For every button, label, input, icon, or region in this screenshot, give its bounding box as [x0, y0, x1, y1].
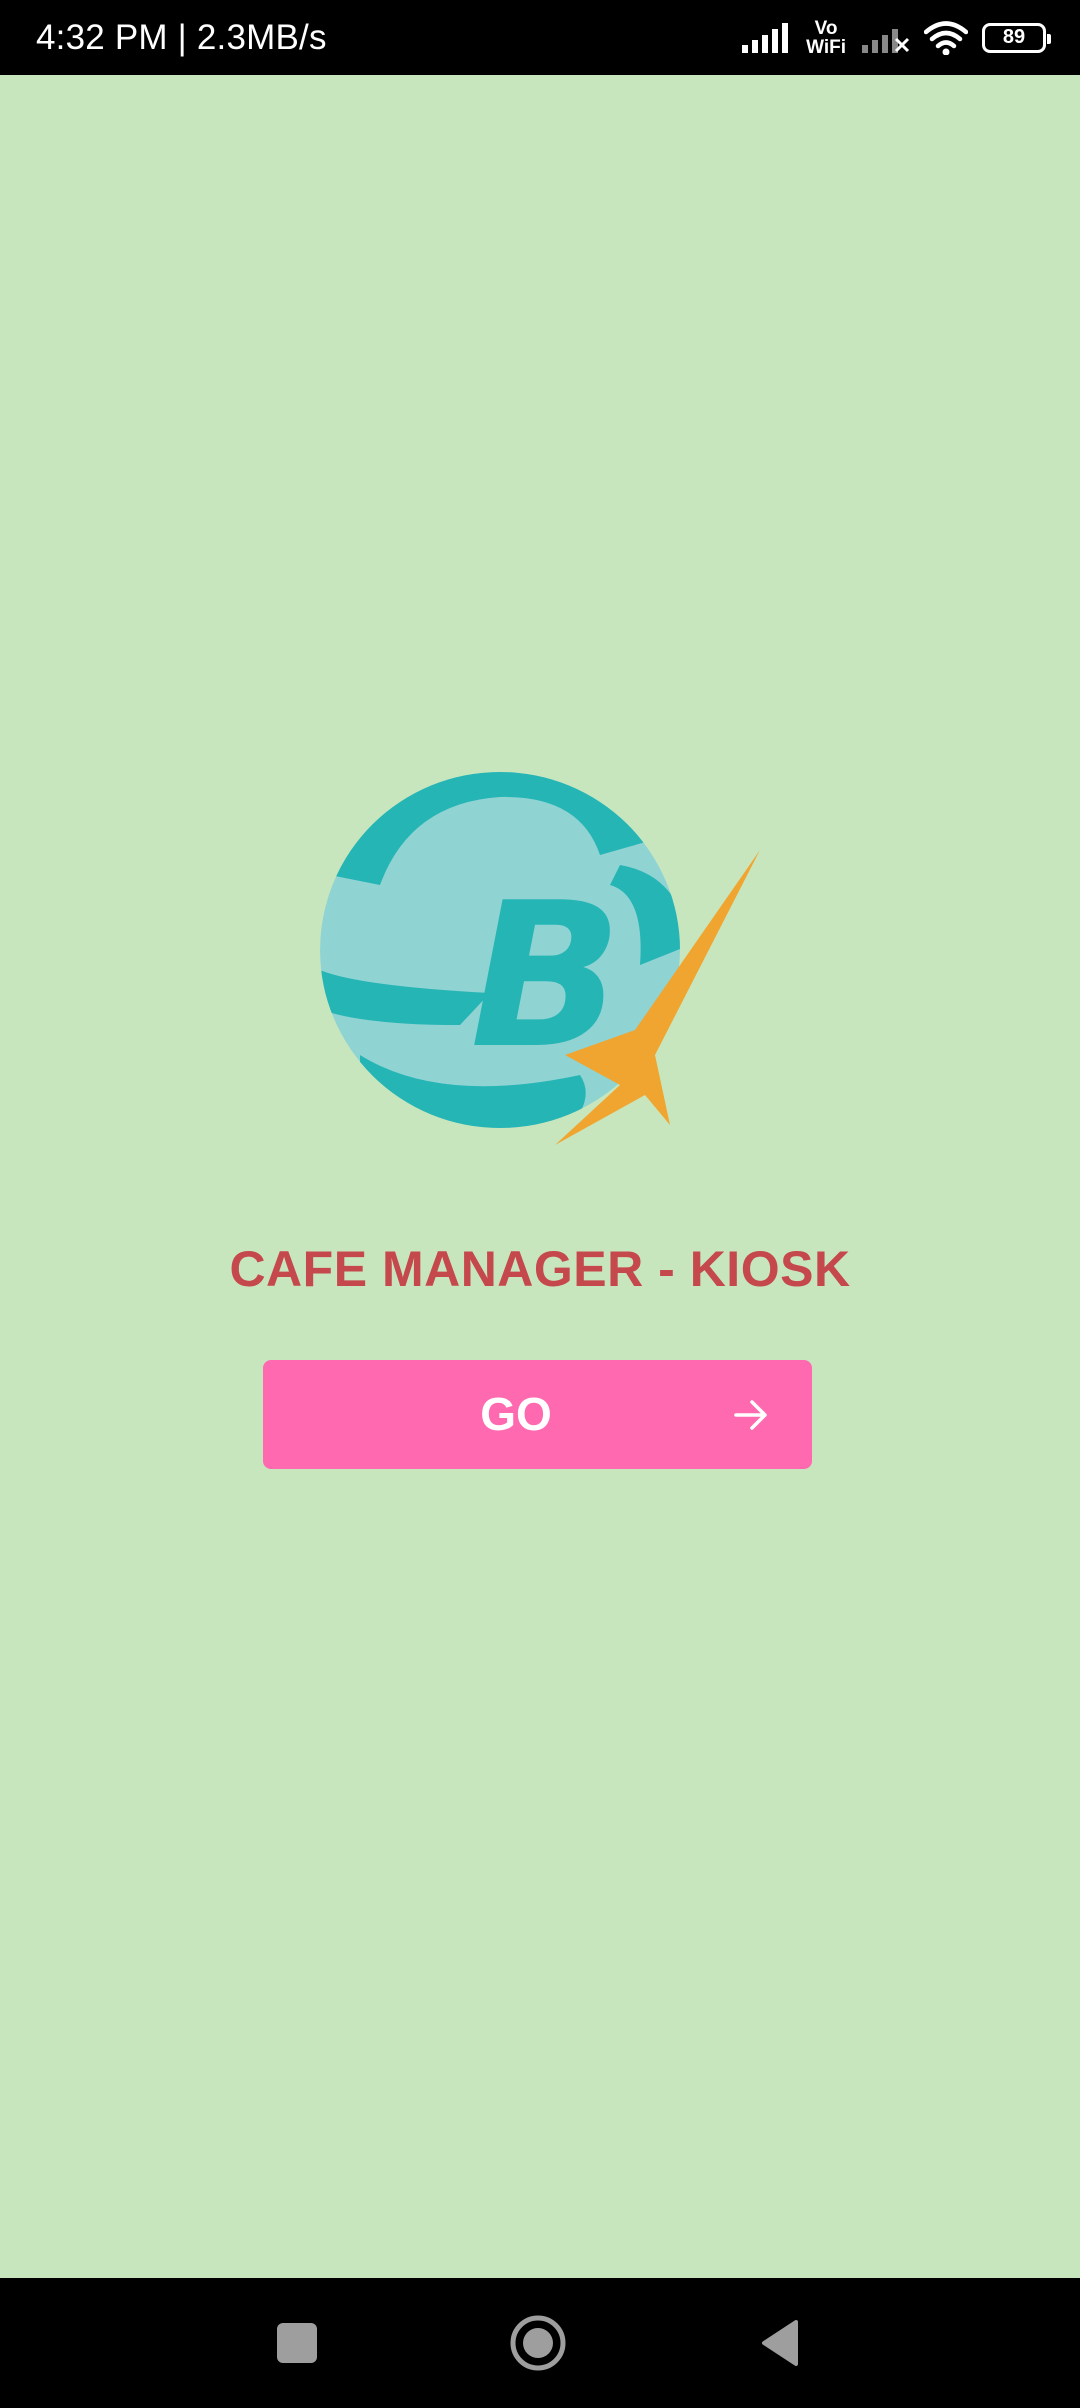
vowifi-top-label: Vo: [814, 17, 838, 39]
vowifi-icon: Vo WiFi: [806, 19, 846, 57]
navigation-bar: [0, 2278, 1080, 2408]
signal-bars-no-service-icon: [862, 23, 910, 53]
battery-level: 89: [1002, 26, 1026, 48]
home-circle-icon: [510, 2315, 566, 2371]
vowifi-bottom-label: WiFi: [806, 36, 846, 58]
app-logo: B: [320, 772, 760, 1145]
recents-square-icon: [277, 2323, 317, 2363]
wifi-icon: [924, 20, 968, 55]
app-screen: B CAFE MANAGER - KIOSK GO: [0, 75, 1080, 2278]
back-button[interactable]: [745, 2308, 815, 2378]
signal-bars-icon: [742, 22, 790, 53]
home-button[interactable]: [503, 2308, 573, 2378]
status-icons: Vo WiFi 89: [742, 0, 1051, 75]
back-triangle-icon: [762, 2320, 798, 2366]
status-time-speed: 4:32 PM | 2.3MB/s: [36, 18, 327, 57]
recents-button[interactable]: [262, 2308, 332, 2378]
phone-screen: 4:32 PM | 2.3MB/s Vo WiFi 89 B CAFE MANA…: [0, 0, 1080, 2408]
app-title: CAFE MANAGER - KIOSK: [229, 1241, 851, 1297]
go-button[interactable]: GO: [263, 1360, 812, 1469]
battery-icon: 89: [982, 22, 1051, 53]
status-bar: 4:32 PM | 2.3MB/s Vo WiFi 89: [0, 0, 1080, 75]
arrow-right-icon: [734, 1400, 767, 1430]
go-button-label: GO: [480, 1388, 552, 1440]
